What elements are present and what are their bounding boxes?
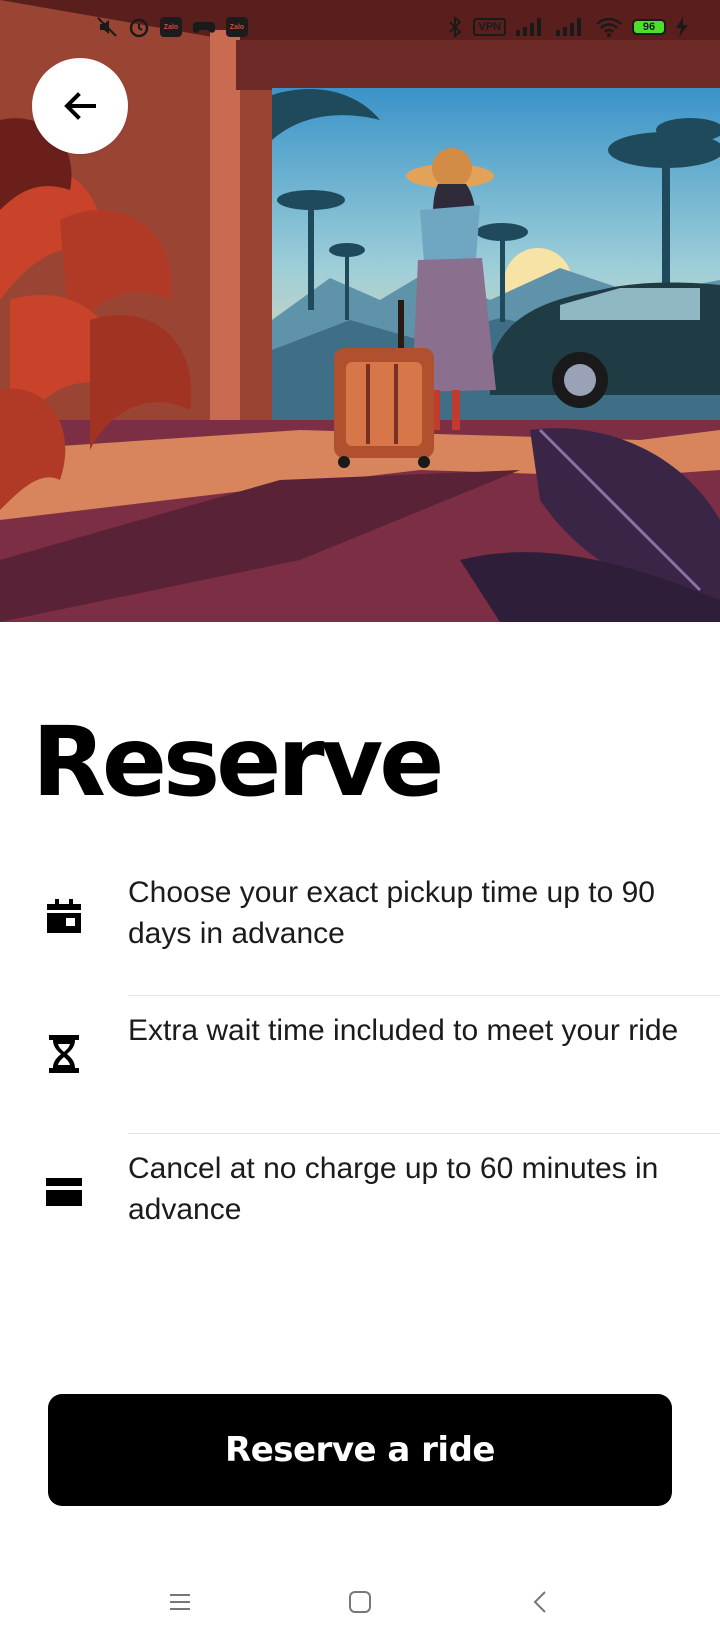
status-bar: Zalo Zalo VPN 96 <box>0 0 720 54</box>
reserve-ride-button[interactable]: Reserve a ride <box>48 1394 672 1506</box>
home-icon <box>348 1590 372 1614</box>
back-icon <box>533 1590 547 1614</box>
signal-icon <box>516 18 546 36</box>
system-navigation-bar <box>0 1570 720 1634</box>
signal-icon-2 <box>556 18 586 36</box>
charging-icon <box>676 17 688 37</box>
menu-icon <box>169 1593 191 1611</box>
status-left: Zalo Zalo <box>96 16 248 38</box>
feature-item-wait-time: Extra wait time included to meet your ri… <box>0 996 720 1134</box>
wifi-icon <box>596 17 622 37</box>
feature-text: Extra wait time included to meet your ri… <box>128 1014 679 1047</box>
features-list: Choose your exact pickup time up to 90 d… <box>0 858 720 1272</box>
game-controller-icon <box>192 18 216 36</box>
arrow-left-icon <box>60 86 100 126</box>
back-button[interactable] <box>32 58 128 154</box>
alarm-icon <box>128 16 150 38</box>
mute-icon <box>96 16 118 38</box>
feature-text: Choose your exact pickup time up to 90 d… <box>128 876 655 950</box>
page-title: Reserve <box>32 706 444 818</box>
feature-text: Cancel at no charge up to 60 minutes in … <box>128 1152 659 1226</box>
vpn-badge: VPN <box>473 18 506 36</box>
battery-indicator: 96 <box>632 19 666 35</box>
zalo-app-icon-2: Zalo <box>226 17 248 37</box>
feature-item-pickup-time: Choose your exact pickup time up to 90 d… <box>0 858 720 996</box>
card-icon <box>44 1172 84 1212</box>
feature-item-cancellation: Cancel at no charge up to 60 minutes in … <box>0 1134 720 1272</box>
hourglass-icon <box>44 1034 84 1074</box>
recent-apps-button[interactable] <box>160 1582 200 1622</box>
calendar-icon <box>44 896 84 936</box>
bluetooth-icon <box>447 16 463 38</box>
zalo-app-icon: Zalo <box>160 17 182 37</box>
system-back-button[interactable] <box>520 1582 560 1622</box>
status-right: VPN 96 <box>447 16 688 38</box>
home-button[interactable] <box>340 1582 380 1622</box>
